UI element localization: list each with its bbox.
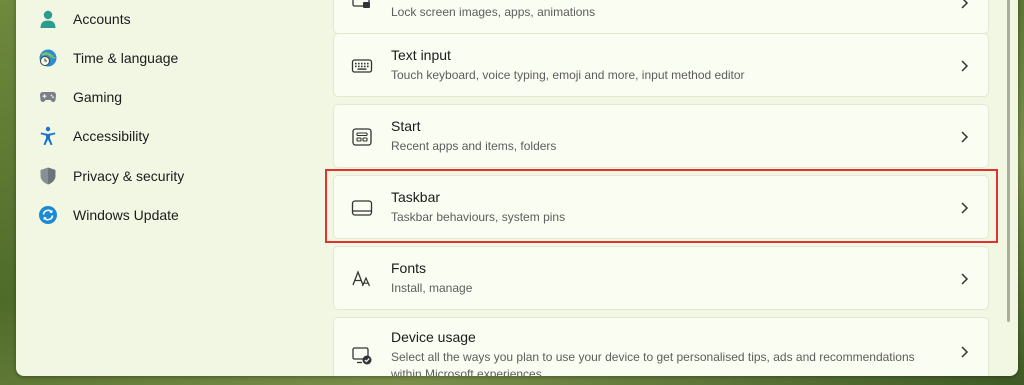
card-device-usage[interactable]: Device usage Select all the ways you pla… bbox=[333, 317, 989, 376]
shield-icon bbox=[40, 167, 56, 185]
nav-item-label: Time & language bbox=[73, 50, 179, 66]
card-description: Taskbar behaviours, system pins bbox=[391, 210, 566, 224]
nav-item-gaming[interactable]: Gaming bbox=[24, 79, 324, 115]
accounts-icon bbox=[40, 10, 56, 28]
nav-item-windows-update[interactable]: Windows Update bbox=[24, 197, 324, 233]
card-start[interactable]: Start Recent apps and items, folders bbox=[333, 104, 989, 168]
taskbar-icon bbox=[351, 200, 373, 216]
card-description: Select all the ways you plan to use your… bbox=[391, 350, 915, 364]
time-language-icon bbox=[39, 49, 57, 67]
card-title: Device usage bbox=[391, 329, 476, 345]
nav-item-accessibility[interactable]: Accessibility bbox=[24, 118, 324, 154]
start-icon bbox=[352, 128, 372, 146]
lock-screen-icon bbox=[352, 0, 370, 8]
card-description-line-2: within Microsoft experiences bbox=[391, 367, 542, 376]
card-taskbar[interactable]: Taskbar Taskbar behaviours, system pins bbox=[333, 175, 989, 239]
nav-item-privacy-security[interactable]: Privacy & security bbox=[24, 158, 324, 194]
chevron-right-icon bbox=[961, 273, 969, 285]
device-usage-icon bbox=[352, 347, 372, 365]
keyboard-icon bbox=[351, 59, 373, 73]
chevron-right-icon bbox=[961, 131, 969, 143]
accessibility-icon bbox=[40, 126, 56, 146]
scrollbar[interactable] bbox=[1007, 0, 1010, 322]
card-lock-screen[interactable]: Lock screen images, apps, animations bbox=[333, 0, 989, 34]
nav-item-label: Accessibility bbox=[73, 128, 150, 144]
settings-window: Accounts Time & language Gaming Accessib… bbox=[16, 0, 1018, 376]
nav-item-label: Windows Update bbox=[73, 207, 179, 223]
windows-update-icon bbox=[39, 206, 57, 224]
card-description: Install, manage bbox=[391, 281, 473, 295]
chevron-right-icon bbox=[961, 346, 969, 358]
content-pane: Lock screen images, apps, animations Tex… bbox=[332, 0, 1018, 376]
card-text-input[interactable]: Text input Touch keyboard, voice typing,… bbox=[333, 33, 989, 97]
chevron-right-icon bbox=[961, 202, 969, 214]
card-fonts[interactable]: Fonts Install, manage bbox=[333, 246, 989, 310]
gaming-icon bbox=[40, 92, 56, 102]
card-title: Taskbar bbox=[391, 189, 441, 205]
chevron-right-icon bbox=[961, 60, 969, 72]
card-description: Lock screen images, apps, animations bbox=[391, 5, 596, 19]
nav-item-label: Accounts bbox=[73, 11, 131, 27]
nav-item-label: Privacy & security bbox=[73, 168, 185, 184]
chevron-right-icon bbox=[961, 0, 969, 9]
navigation-pane: Accounts Time & language Gaming Accessib… bbox=[16, 0, 332, 376]
nav-item-accounts[interactable]: Accounts bbox=[24, 1, 324, 37]
card-title: Start bbox=[391, 118, 421, 134]
card-title: Fonts bbox=[391, 260, 427, 276]
fonts-icon bbox=[352, 270, 371, 287]
nav-item-time-language[interactable]: Time & language bbox=[24, 40, 324, 76]
card-title: Text input bbox=[391, 47, 451, 63]
card-description: Recent apps and items, folders bbox=[391, 139, 557, 153]
nav-item-label: Gaming bbox=[73, 89, 123, 105]
card-description: Touch keyboard, voice typing, emoji and … bbox=[391, 68, 745, 82]
